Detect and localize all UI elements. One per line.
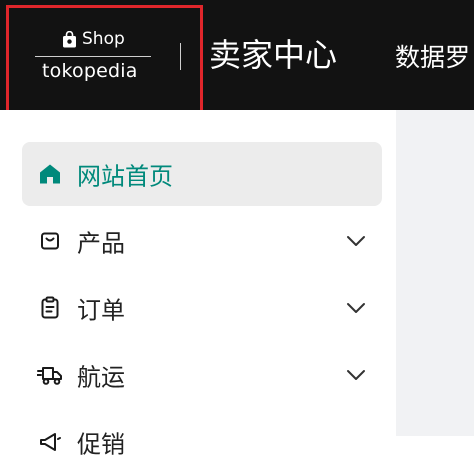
sidebar-item-promotions[interactable]: 促销 xyxy=(22,410,382,474)
sidebar-item-label: 网站首页 xyxy=(77,162,173,191)
sidebar-item-shipping[interactable]: 航运 xyxy=(22,343,382,407)
sidebar-item-orders[interactable]: 订单 xyxy=(22,276,382,340)
sidebar-item-label: 产品 xyxy=(77,229,125,258)
sidebar-item-label: 促销 xyxy=(77,430,125,459)
header-nav-link-data[interactable]: 数据罗 xyxy=(395,38,470,74)
main-content-area xyxy=(396,110,474,436)
sidebar-menu: 网站首页 产品 订单 航运 促销 xyxy=(0,110,396,459)
chevron-down-icon[interactable] xyxy=(344,363,368,387)
chevron-down-icon[interactable] xyxy=(344,229,368,253)
sidebar-item-label: 航运 xyxy=(77,363,125,392)
clipboard-icon xyxy=(36,294,64,322)
megaphone-icon xyxy=(36,428,64,456)
product-icon xyxy=(36,227,64,255)
seller-center-title[interactable]: 卖家中心 xyxy=(209,30,337,76)
sidebar-item-label: 订单 xyxy=(77,296,125,325)
home-icon xyxy=(36,160,64,188)
delivery-truck-icon xyxy=(36,361,64,389)
sidebar-item-products[interactable]: 产品 xyxy=(22,209,382,273)
chevron-down-icon[interactable] xyxy=(344,296,368,320)
sidebar-item-home[interactable]: 网站首页 xyxy=(22,142,382,206)
